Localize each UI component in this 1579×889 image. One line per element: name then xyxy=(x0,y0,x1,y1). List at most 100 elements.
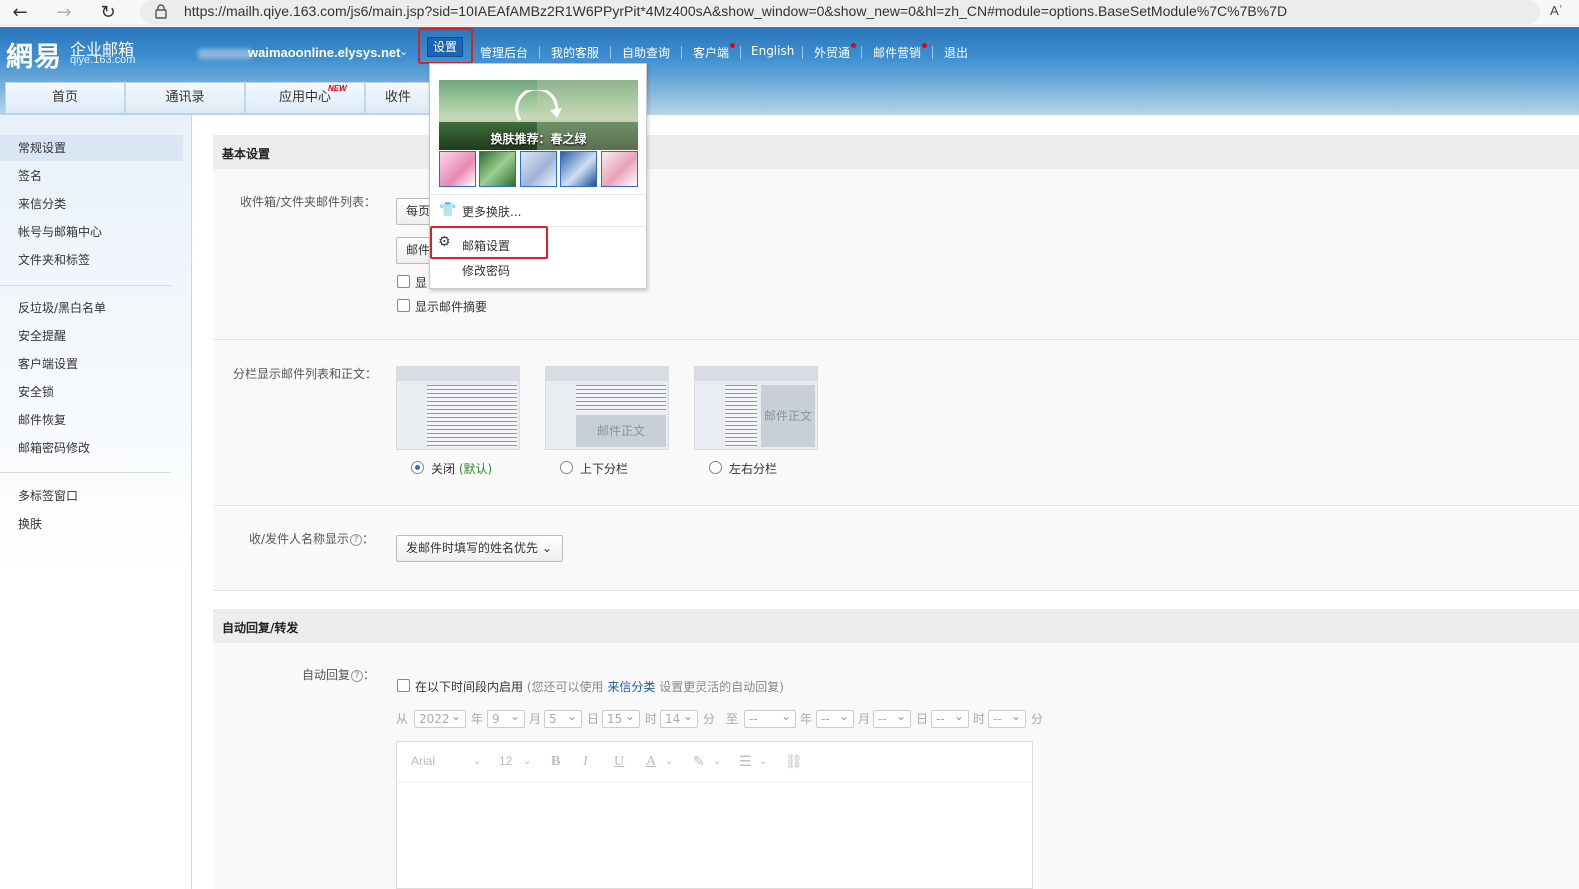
nav-client-label: 客户端 xyxy=(693,46,730,60)
align-icon[interactable]: ☰ xyxy=(739,754,752,771)
sidebar-item-multi-tab[interactable]: 多标签窗口 xyxy=(0,483,183,509)
radio-split-off-text: 关闭 xyxy=(431,462,456,476)
sidebar-item-signature[interactable]: 签名 xyxy=(0,163,183,189)
sidebar-item-security-alert[interactable]: 安全提醒 xyxy=(0,323,183,349)
skin-thumb-pink[interactable] xyxy=(439,151,476,187)
skin-thumb-unicorn[interactable] xyxy=(560,151,597,187)
forward-arrow-icon[interactable]: → xyxy=(53,2,75,24)
sidebar-item-general[interactable]: 常规设置 xyxy=(0,135,183,161)
sidebar-item-mail-recovery[interactable]: 邮件恢复 xyxy=(0,407,183,433)
name-display-select[interactable]: 发邮件时填写的姓名优先 ⌄ xyxy=(396,535,563,562)
new-badge: NEW xyxy=(328,84,347,93)
nav-separator xyxy=(802,46,803,59)
url-text[interactable]: https://mailh.qiye.163.com/js6/main.jsp?… xyxy=(184,3,1287,19)
sidebar-item-accounts[interactable]: 帐号与邮箱中心 xyxy=(0,219,183,245)
month-label: 月 xyxy=(529,712,542,726)
back-arrow-icon[interactable]: ← xyxy=(9,2,31,24)
sidebar-divider xyxy=(0,285,171,286)
checkbox-display-label: 显 xyxy=(415,276,428,290)
nav-email-marketing[interactable]: 邮件营销 xyxy=(873,43,928,61)
checkbox-display[interactable] xyxy=(397,275,410,288)
chevron-down-icon: ⌄ xyxy=(713,756,722,767)
end-hour-select[interactable]: -- xyxy=(931,708,969,728)
nav-english[interactable]: English xyxy=(751,44,794,58)
notification-dot xyxy=(851,43,857,48)
tab-app-center[interactable]: 应用中心 NEW xyxy=(245,82,365,113)
checkbox-show-summary[interactable] xyxy=(397,299,410,312)
thumb-mail-list xyxy=(427,385,517,447)
start-year-select[interactable]: 2022 xyxy=(414,708,466,728)
help-icon[interactable]: ? xyxy=(350,533,363,546)
gear-icon: ⚙ xyxy=(438,234,451,250)
nav-email-marketing-label: 邮件营销 xyxy=(873,46,922,60)
radio-split-off[interactable] xyxy=(411,461,424,474)
nav-support[interactable]: 我的客服 xyxy=(551,44,599,61)
nav-self-service[interactable]: 自助查询 xyxy=(622,44,670,61)
reload-icon[interactable]: ↻ xyxy=(97,2,119,24)
chevron-down-icon[interactable]: ⌄ xyxy=(399,45,408,58)
mail-settings-item[interactable]: 邮箱设置 xyxy=(462,237,510,254)
nav-logout[interactable]: 退出 xyxy=(944,44,968,61)
label-mail-list: 收件箱/文件夹邮件列表： xyxy=(240,195,377,209)
end-day-select[interactable]: -- xyxy=(873,708,911,728)
change-password-item[interactable]: 修改密码 xyxy=(462,262,510,279)
end-year-select[interactable]: -- xyxy=(744,708,796,728)
text-color-button[interactable]: A xyxy=(646,754,656,770)
tshirt-icon: 👕 xyxy=(439,202,457,218)
bold-button[interactable]: B xyxy=(551,754,560,770)
highlight-icon[interactable]: ✎ xyxy=(693,754,705,771)
underline-button[interactable]: U xyxy=(614,754,624,770)
layout-thumb-left-right[interactable]: 邮件正文 xyxy=(694,366,818,450)
sidebar-item-client-settings[interactable]: 客户端设置 xyxy=(0,351,183,377)
reader-mode-icon[interactable]: Aʾ xyxy=(1550,3,1563,18)
font-size-select[interactable]: 12 xyxy=(499,754,512,768)
nav-settings[interactable]: 设置 xyxy=(427,37,463,57)
layout-thumb-top-bottom[interactable]: 邮件正文 xyxy=(545,366,669,450)
sidebar-item-antispam[interactable]: 反垃圾/黑白名单 xyxy=(0,295,183,321)
sidebar-item-password[interactable]: 邮箱密码修改 xyxy=(0,435,183,461)
start-minute-select[interactable]: 14 xyxy=(660,708,698,728)
nav-admin[interactable]: 管理后台 xyxy=(480,44,528,61)
start-hour-select[interactable]: 15 xyxy=(602,708,640,728)
start-day-select[interactable]: 5 xyxy=(544,708,582,728)
sidebar-item-security-lock[interactable]: 安全锁 xyxy=(0,379,183,405)
sidebar-item-folders-labels[interactable]: 文件夹和标签 xyxy=(0,247,183,273)
netease-logo[interactable]: 網易 xyxy=(6,35,62,74)
year-label: 年 xyxy=(471,712,484,726)
filters-link[interactable]: 来信分类 xyxy=(607,680,655,694)
layout-thumb-off[interactable] xyxy=(396,366,520,450)
auto-reply-editor[interactable]: Arial ⌄ 12 ⌄ B I U A ⌄ ✎ ⌄ ☰ ⌄ ⛓ xyxy=(396,741,1033,889)
sidebar-item-filters[interactable]: 来信分类 xyxy=(0,191,183,217)
nav-client[interactable]: 客户端 xyxy=(693,43,736,61)
more-skins-link[interactable]: 更多换肤... xyxy=(462,203,521,220)
radio-split-left-right[interactable] xyxy=(709,461,722,474)
tab-home[interactable]: 首页 xyxy=(5,82,125,113)
tab-inbox[interactable]: 收件 xyxy=(365,82,431,113)
end-minute-select[interactable]: -- xyxy=(988,708,1026,728)
skin-thumb-blue-pattern[interactable] xyxy=(520,151,557,187)
to-label: 至 xyxy=(726,712,739,726)
section-title-auto-reply: 自动回复/转发 xyxy=(222,621,299,635)
end-month-select[interactable]: -- xyxy=(816,708,854,728)
tab-contacts[interactable]: 通讯录 xyxy=(125,82,245,113)
link-icon[interactable]: ⛓ xyxy=(785,754,803,771)
settings-dropdown: 换肤推荐：春之绿 👕 更多换肤... ⚙ 邮箱设置 修改密码 xyxy=(429,63,647,289)
account-name[interactable]: waimaoonline.elysys.net xyxy=(248,45,400,60)
italic-button[interactable]: I xyxy=(583,754,588,770)
label-split-view: 分栏显示邮件列表和正文： xyxy=(233,367,378,381)
start-month-select[interactable]: 9 xyxy=(487,708,525,728)
font-family-select[interactable]: Arial xyxy=(411,754,435,768)
skin-recommend-banner[interactable]: 换肤推荐：春之绿 xyxy=(439,80,638,150)
thumb-mail-list xyxy=(576,385,666,411)
nav-waimaotong[interactable]: 外贸通 xyxy=(814,43,857,61)
checkbox-enable-auto-reply[interactable] xyxy=(397,679,410,692)
help-icon[interactable]: ? xyxy=(351,669,364,682)
refresh-icon[interactable] xyxy=(512,90,564,130)
thumb-mail-list xyxy=(725,385,757,447)
skin-thumb-blossom[interactable] xyxy=(601,151,638,187)
radio-split-top-bottom[interactable] xyxy=(560,461,573,474)
checkbox-show-summary-label: 显示邮件摘要 xyxy=(415,300,488,314)
section-header-auto-reply xyxy=(213,609,1579,643)
skin-thumb-green[interactable] xyxy=(479,151,516,187)
sidebar-item-skin[interactable]: 换肤 xyxy=(0,511,183,537)
